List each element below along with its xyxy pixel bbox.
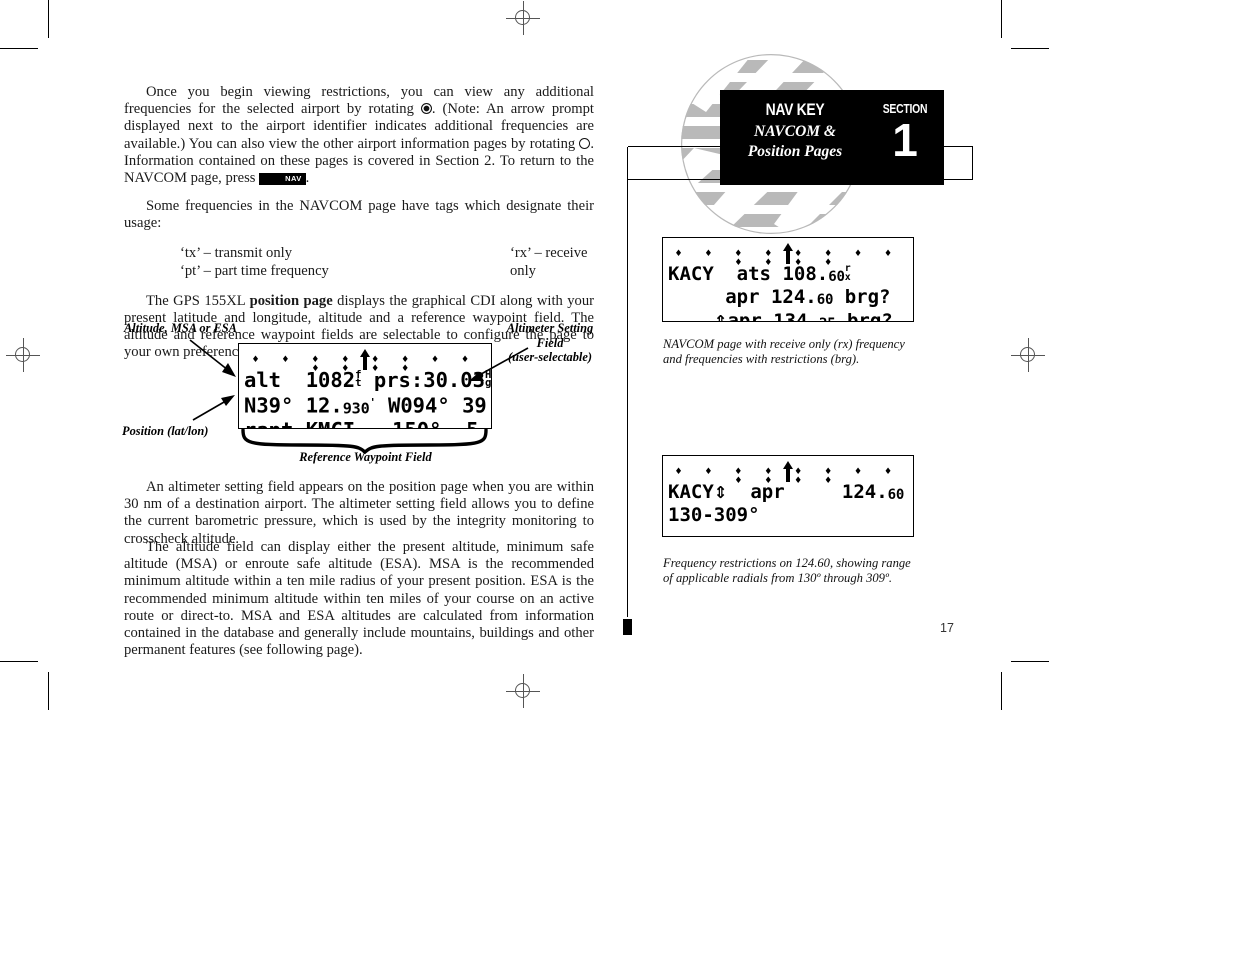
scroll-arrow-icon: ⇕: [713, 311, 728, 322]
section-header-banner: NAV KEY NAVCOM & Position Pages SECTION …: [720, 90, 944, 185]
frequency-fraction: 60: [887, 486, 905, 503]
cdi-indicator: ♦ ♦ ♦ ♦ ♦ ♦ ♦ ♦ ♦ ♦ ♦ ♦: [667, 461, 909, 486]
page-number: 17: [940, 621, 954, 635]
navcom-display-lines: KACY ats 108.60r x apr 124.60 brg? ⇕apr 1…: [663, 263, 913, 322]
banner-title: NAV KEY: [765, 100, 825, 119]
restrictions-figure-caption: Frequency restrictions on 124.60, showin…: [663, 556, 911, 586]
frequency-tag-brg: brg?: [844, 286, 891, 309]
banner-section-number: 1: [892, 114, 918, 166]
navcom-line-2: apr 124.60 brg?: [668, 287, 910, 310]
frequency-value: 134.: [773, 309, 819, 322]
navcom-line-3: ⇕apr 134.25 brg?: [668, 309, 910, 322]
frequency-type: apr: [725, 286, 760, 309]
paragraph-altitude-field: The altitude field can display either th…: [124, 539, 594, 659]
frequency-fraction: 60: [816, 292, 834, 309]
frequency-restrictions-display: ♦ ♦ ♦ ♦ ♦ ♦ ♦ ♦ ♦ ♦ ♦ ♦ KACY⇕ apr 124.60…: [662, 455, 914, 537]
frequency-fraction: 25: [819, 315, 836, 321]
frequency-tag-brg: brg?: [846, 309, 893, 322]
restrictions-line-2: 130-309°: [668, 505, 910, 526]
frequency-fraction: 60: [828, 268, 845, 285]
cdi-indicator: ♦ ♦ ♦ ♦ ♦ ♦ ♦ ♦ ♦ ♦ ♦ ♦: [667, 243, 909, 268]
navcom-page-display: ♦ ♦ ♦ ♦ ♦ ♦ ♦ ♦ ♦ ♦ ♦ ♦ KACY ats 108.60r…: [662, 237, 914, 322]
banner-subtitle: NAVCOM & Position Pages: [747, 123, 843, 160]
navcom-figure-caption: NAVCOM page with receive only (rx) frequ…: [663, 337, 905, 367]
header-rule-vertical-top: [627, 147, 629, 180]
restrictions-display-lines: KACY⇕ apr 124.60 130-309°: [663, 481, 913, 526]
column-divider-rule: [627, 179, 629, 617]
frequency-value: 124.: [770, 286, 817, 309]
callout-arrows: [189, 339, 529, 455]
column-rule-endcap: [623, 619, 632, 635]
paragraph-altimeter-setting: An altimeter setting field appears on th…: [124, 479, 594, 547]
frequency-type: apr: [727, 309, 762, 322]
radial-range: 130-309°: [668, 504, 760, 527]
